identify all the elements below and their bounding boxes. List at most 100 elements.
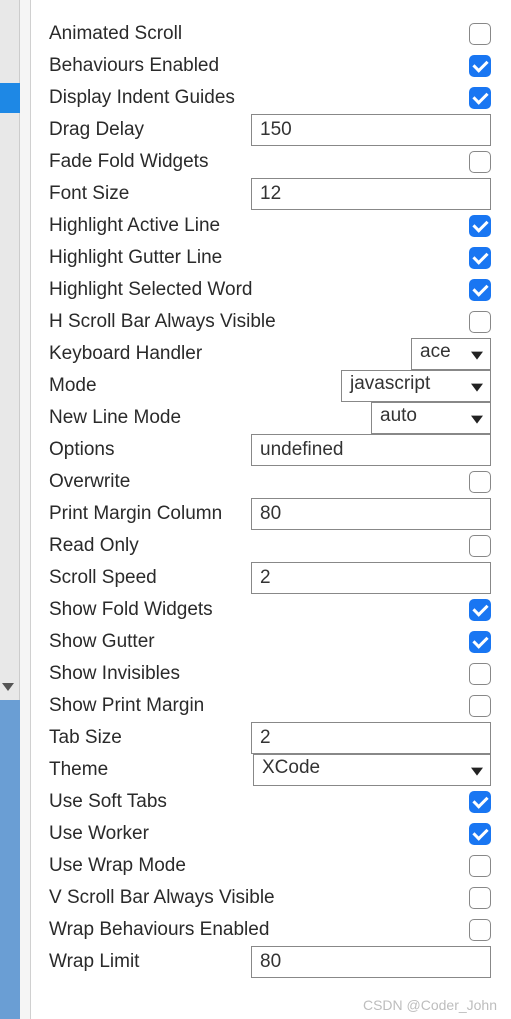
setting-row-show-invisibles: Show Invisibles — [49, 658, 491, 690]
scroll-speed-input[interactable] — [251, 562, 491, 594]
drag-delay-input[interactable] — [251, 114, 491, 146]
setting-row-behaviours-enabled: Behaviours Enabled — [49, 50, 491, 82]
v-scroll-bar-always-visible-label: V Scroll Bar Always Visible — [49, 887, 275, 909]
use-wrap-mode-label: Use Wrap Mode — [49, 855, 186, 877]
show-invisibles-checkbox[interactable] — [469, 663, 491, 685]
setting-row-drag-delay: Drag Delay — [49, 114, 491, 146]
use-soft-tabs-checkbox[interactable] — [469, 791, 491, 813]
wrap-behaviours-enabled-label: Wrap Behaviours Enabled — [49, 919, 269, 941]
read-only-checkbox[interactable] — [469, 535, 491, 557]
options-input[interactable] — [251, 434, 491, 466]
highlight-selected-word-label: Highlight Selected Word — [49, 279, 252, 301]
theme-label: Theme — [49, 759, 108, 781]
mode-select-wrap: javascript — [341, 370, 491, 402]
setting-row-read-only: Read Only — [49, 530, 491, 562]
tab-size-input[interactable] — [251, 722, 491, 754]
use-worker-label: Use Worker — [49, 823, 149, 845]
font-size-label: Font Size — [49, 183, 129, 205]
setting-row-use-soft-tabs: Use Soft Tabs — [49, 786, 491, 818]
theme-select-wrap: XCode — [253, 754, 491, 786]
setting-row-h-scroll-bar-always-visible: H Scroll Bar Always Visible — [49, 306, 491, 338]
setting-row-v-scroll-bar-always-visible: V Scroll Bar Always Visible — [49, 882, 491, 914]
show-invisibles-label: Show Invisibles — [49, 663, 180, 685]
setting-row-use-wrap-mode: Use Wrap Mode — [49, 850, 491, 882]
fade-fold-widgets-checkbox[interactable] — [469, 151, 491, 173]
chevron-down-icon[interactable] — [2, 683, 14, 691]
wrap-behaviours-enabled-checkbox[interactable] — [469, 919, 491, 941]
show-print-margin-label: Show Print Margin — [49, 695, 204, 717]
display-indent-guides-label: Display Indent Guides — [49, 87, 235, 109]
setting-row-show-fold-widgets: Show Fold Widgets — [49, 594, 491, 626]
overwrite-checkbox[interactable] — [469, 471, 491, 493]
setting-row-highlight-gutter-line: Highlight Gutter Line — [49, 242, 491, 274]
setting-row-highlight-selected-word: Highlight Selected Word — [49, 274, 491, 306]
setting-row-new-line-mode: New Line Mode auto — [49, 402, 491, 434]
behaviours-enabled-label: Behaviours Enabled — [49, 55, 219, 77]
highlight-gutter-line-label: Highlight Gutter Line — [49, 247, 222, 269]
use-wrap-mode-checkbox[interactable] — [469, 855, 491, 877]
setting-row-wrap-limit: Wrap Limit — [49, 946, 491, 978]
font-size-input[interactable] — [251, 178, 491, 210]
setting-row-print-margin-column: Print Margin Column — [49, 498, 491, 530]
watermark: CSDN @Coder_John — [363, 997, 497, 1013]
new-line-mode-label: New Line Mode — [49, 407, 181, 429]
setting-row-tab-size: Tab Size — [49, 722, 491, 754]
setting-row-font-size: Font Size — [49, 178, 491, 210]
print-margin-column-input[interactable] — [251, 498, 491, 530]
h-scroll-bar-always-visible-checkbox[interactable] — [469, 311, 491, 333]
show-fold-widgets-label: Show Fold Widgets — [49, 599, 213, 621]
setting-row-fade-fold-widgets: Fade Fold Widgets — [49, 146, 491, 178]
wrap-limit-input[interactable] — [251, 946, 491, 978]
new-line-mode-select-wrap: auto — [371, 402, 491, 434]
settings-panel: Animated Scroll Behaviours Enabled Display… — [30, 0, 511, 1019]
keyboard-handler-select[interactable]: ace — [411, 338, 491, 370]
gutter-marker — [0, 83, 20, 113]
mode-select[interactable]: javascript — [341, 370, 491, 402]
setting-row-show-gutter: Show Gutter — [49, 626, 491, 658]
setting-row-theme: Theme XCode — [49, 754, 491, 786]
setting-row-mode: Mode javascript — [49, 370, 491, 402]
show-fold-widgets-checkbox[interactable] — [469, 599, 491, 621]
new-line-mode-select[interactable]: auto — [371, 402, 491, 434]
wrap-limit-label: Wrap Limit — [49, 951, 139, 973]
highlight-selected-word-checkbox[interactable] — [469, 279, 491, 301]
display-indent-guides-checkbox[interactable] — [469, 87, 491, 109]
drag-delay-label: Drag Delay — [49, 119, 144, 141]
print-margin-column-label: Print Margin Column — [49, 503, 222, 525]
show-print-margin-checkbox[interactable] — [469, 695, 491, 717]
setting-row-options: Options — [49, 434, 491, 466]
setting-row-overwrite: Overwrite — [49, 466, 491, 498]
v-scroll-bar-always-visible-checkbox[interactable] — [469, 887, 491, 909]
scroll-speed-label: Scroll Speed — [49, 567, 157, 589]
setting-row-show-print-margin: Show Print Margin — [49, 690, 491, 722]
highlight-active-line-label: Highlight Active Line — [49, 215, 220, 237]
setting-row-animated-scroll: Animated Scroll — [49, 18, 491, 50]
left-gutter — [0, 0, 20, 1019]
animated-scroll-label: Animated Scroll — [49, 23, 182, 45]
mode-label: Mode — [49, 375, 97, 397]
setting-row-scroll-speed: Scroll Speed — [49, 562, 491, 594]
use-worker-checkbox[interactable] — [469, 823, 491, 845]
setting-row-use-worker: Use Worker — [49, 818, 491, 850]
setting-row-highlight-active-line: Highlight Active Line — [49, 210, 491, 242]
h-scroll-bar-always-visible-label: H Scroll Bar Always Visible — [49, 311, 276, 333]
show-gutter-checkbox[interactable] — [469, 631, 491, 653]
overwrite-label: Overwrite — [49, 471, 130, 493]
tab-size-label: Tab Size — [49, 727, 122, 749]
options-label: Options — [49, 439, 114, 461]
setting-row-wrap-behaviours-enabled: Wrap Behaviours Enabled — [49, 914, 491, 946]
behaviours-enabled-checkbox[interactable] — [469, 55, 491, 77]
theme-select[interactable]: XCode — [253, 754, 491, 786]
show-gutter-label: Show Gutter — [49, 631, 155, 653]
highlight-gutter-line-checkbox[interactable] — [469, 247, 491, 269]
gutter-highlight — [0, 700, 20, 1019]
highlight-active-line-checkbox[interactable] — [469, 215, 491, 237]
animated-scroll-checkbox[interactable] — [469, 23, 491, 45]
use-soft-tabs-label: Use Soft Tabs — [49, 791, 167, 813]
read-only-label: Read Only — [49, 535, 139, 557]
setting-row-display-indent-guides: Display Indent Guides — [49, 82, 491, 114]
fade-fold-widgets-label: Fade Fold Widgets — [49, 151, 208, 173]
keyboard-handler-label: Keyboard Handler — [49, 343, 202, 365]
setting-row-keyboard-handler: Keyboard Handler ace — [49, 338, 491, 370]
keyboard-handler-select-wrap: ace — [411, 338, 491, 370]
